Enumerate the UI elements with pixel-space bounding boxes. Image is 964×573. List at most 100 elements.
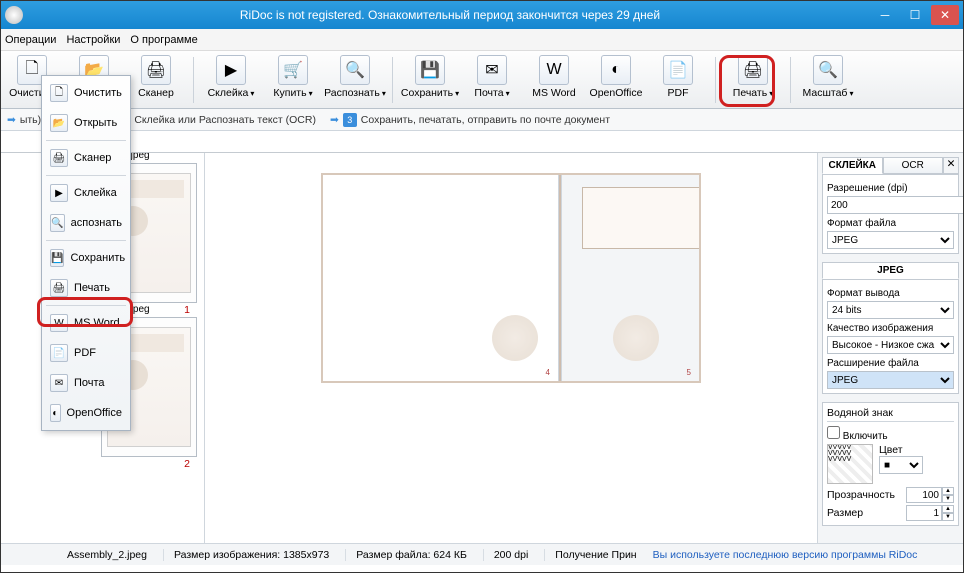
titlebar: RiDoc is not registered. Ознакомительный… bbox=[1, 1, 963, 29]
status-version-link[interactable]: Вы используете последнюю версию программ… bbox=[653, 549, 918, 561]
status-filesize: Размер файла: 624 КБ bbox=[345, 549, 467, 561]
ocr-button[interactable]: 🔍 Распознать bbox=[324, 55, 386, 99]
pdf-label: PDF bbox=[668, 87, 689, 99]
word-icon: W bbox=[539, 55, 569, 85]
watermark-title: Водяной знак bbox=[827, 407, 954, 422]
panel-close[interactable]: ✕ bbox=[943, 157, 959, 174]
ribbon: 🗋Очистить 📂Открыть 🖨Сканер ▶Склейка 🛒Куп… bbox=[1, 51, 963, 109]
openoffice-icon: ◐ bbox=[50, 404, 61, 422]
step2-label: Склейка или Распознать текст (OCR) bbox=[134, 114, 316, 126]
mail-icon: ✉ bbox=[50, 374, 68, 392]
panel-tab-ocr[interactable]: OCR bbox=[883, 157, 944, 174]
clear-icon: 🗋 bbox=[50, 84, 68, 102]
mail-label: Почта bbox=[474, 87, 509, 99]
pdf-icon: 📄 bbox=[50, 344, 68, 362]
document-spread: 4 5 bbox=[321, 173, 701, 383]
watermark-enable-label: Включить bbox=[843, 431, 888, 442]
pdf-icon: 📄 bbox=[663, 55, 693, 85]
menu-item-clear[interactable]: 🗋Очистить bbox=[42, 78, 130, 108]
page-num-left: 4 bbox=[546, 368, 550, 377]
menu-item-word[interactable]: WMS Word bbox=[42, 308, 130, 338]
resolution-label: Разрешение (dpi) bbox=[827, 183, 954, 194]
ocr-label: Распознать bbox=[324, 87, 386, 99]
output-label: Формат вывода bbox=[827, 288, 954, 299]
watermark-size-label: Размер bbox=[827, 507, 863, 519]
open-icon: 📂 bbox=[50, 114, 68, 132]
save-button[interactable]: 💾 Сохранить bbox=[399, 55, 461, 99]
stitch-icon: ▶ bbox=[216, 55, 246, 85]
panel-tab-jpeg[interactable]: JPEG bbox=[822, 262, 959, 279]
mail-icon: ✉ bbox=[477, 55, 507, 85]
watermark-opacity-input[interactable] bbox=[906, 487, 942, 503]
watermark-preview: VVVVV VVVVV VVVVV bbox=[827, 444, 873, 484]
buy-icon: 🛒 bbox=[278, 55, 308, 85]
window-title: RiDoc is not registered. Ознакомительный… bbox=[29, 8, 871, 22]
stitch-label: Склейка bbox=[208, 87, 255, 99]
thumb1-page: 1 bbox=[184, 304, 190, 316]
menu-item-scanner[interactable]: 🖨Сканер bbox=[42, 143, 130, 173]
pdf-button[interactable]: 📄 PDF bbox=[647, 55, 709, 99]
watermark-size-input[interactable] bbox=[906, 505, 942, 521]
save-icon: 💾 bbox=[415, 55, 445, 85]
output-select[interactable]: 24 bits bbox=[827, 301, 954, 319]
scanner-label: Сканер bbox=[138, 87, 174, 99]
mail-button[interactable]: ✉ Почта bbox=[461, 55, 523, 99]
print-icon: 🖨 bbox=[738, 55, 768, 85]
quality-label: Качество изображения bbox=[827, 323, 954, 334]
minimize-button[interactable]: － bbox=[871, 5, 899, 25]
step3-label: Сохранить, печатать, отправить по почте … bbox=[361, 114, 610, 126]
close-button[interactable]: ✕ bbox=[931, 5, 959, 25]
format-label: Формат файла bbox=[827, 218, 954, 229]
stitch-icon: ▶ bbox=[50, 184, 68, 202]
thumb2-page: 2 bbox=[184, 458, 190, 470]
watermark-opacity-label: Прозрачность bbox=[827, 489, 895, 501]
print-label: Печать bbox=[733, 87, 773, 99]
menu-settings[interactable]: Настройки bbox=[66, 34, 120, 46]
menu-item-ocr[interactable]: 🔍аспознать bbox=[42, 208, 130, 238]
word-label: MS Word bbox=[532, 87, 576, 99]
scanner-button[interactable]: 🖨Сканер bbox=[125, 55, 187, 99]
zoom-icon: 🔍 bbox=[813, 55, 843, 85]
menu-item-mail[interactable]: ✉Почта bbox=[42, 368, 130, 398]
panel-tab-stitch[interactable]: СКЛЕЙКА bbox=[822, 157, 883, 174]
view-tabs: Результат bbox=[1, 131, 963, 153]
word-icon: W bbox=[50, 314, 68, 332]
menu-about[interactable]: О программе bbox=[130, 34, 197, 46]
ocr-icon: 🔍 bbox=[340, 55, 370, 85]
menu-item-openoffice[interactable]: ◐OpenOffice bbox=[42, 398, 130, 428]
format-select[interactable]: JPEG bbox=[827, 231, 954, 249]
openoffice-button[interactable]: ◐ OpenOffice bbox=[585, 55, 647, 99]
menu-item-pdf[interactable]: 📄PDF bbox=[42, 338, 130, 368]
zoom-button[interactable]: 🔍 Масштаб bbox=[797, 55, 859, 99]
scanner-icon: 🖨 bbox=[50, 149, 68, 167]
stitch-button[interactable]: ▶ Склейка bbox=[200, 55, 262, 99]
zoom-label: Масштаб bbox=[803, 87, 854, 99]
extension-select[interactable]: JPEG bbox=[827, 371, 954, 389]
status-dpi: 200 dpi bbox=[483, 549, 528, 561]
watermark-color-label: Цвет bbox=[879, 444, 923, 456]
quality-select[interactable]: Высокое - Низкое сжа bbox=[827, 336, 954, 354]
document-view[interactable]: 4 5 bbox=[205, 153, 817, 543]
openoffice-label: OpenOffice bbox=[590, 87, 643, 99]
resolution-input[interactable] bbox=[827, 196, 963, 214]
extension-label: Расширение файла bbox=[827, 358, 954, 369]
menu-item-print[interactable]: 🖨Печать bbox=[42, 273, 130, 303]
operations-menu: 🗋Очистить 📂Открыть 🖨Сканер ▶Склейка 🔍асп… bbox=[41, 75, 131, 431]
menu-item-stitch[interactable]: ▶Склейка bbox=[42, 178, 130, 208]
buy-button[interactable]: 🛒Купить bbox=[262, 55, 324, 99]
maximize-button[interactable]: ☐ bbox=[901, 5, 929, 25]
save-label: Сохранить bbox=[401, 87, 459, 99]
print-button[interactable]: 🖨 Печать bbox=[722, 55, 784, 99]
print-icon: 🖨 bbox=[50, 279, 68, 297]
menu-item-save[interactable]: 💾Сохранить bbox=[42, 243, 130, 273]
status-receive: Получение Прин bbox=[544, 549, 636, 561]
status-dimensions: Размер изображения: 1385x973 bbox=[163, 549, 329, 561]
openoffice-icon: ◐ bbox=[601, 55, 631, 85]
word-button[interactable]: W MS Word bbox=[523, 55, 585, 99]
menu-operations[interactable]: Операции bbox=[5, 34, 56, 46]
menu-item-open[interactable]: 📂Открыть bbox=[42, 108, 130, 138]
watermark-color-select[interactable]: ■ bbox=[879, 456, 923, 474]
save-icon: 💾 bbox=[50, 249, 64, 267]
app-icon bbox=[5, 6, 23, 24]
watermark-enable[interactable] bbox=[827, 426, 840, 439]
